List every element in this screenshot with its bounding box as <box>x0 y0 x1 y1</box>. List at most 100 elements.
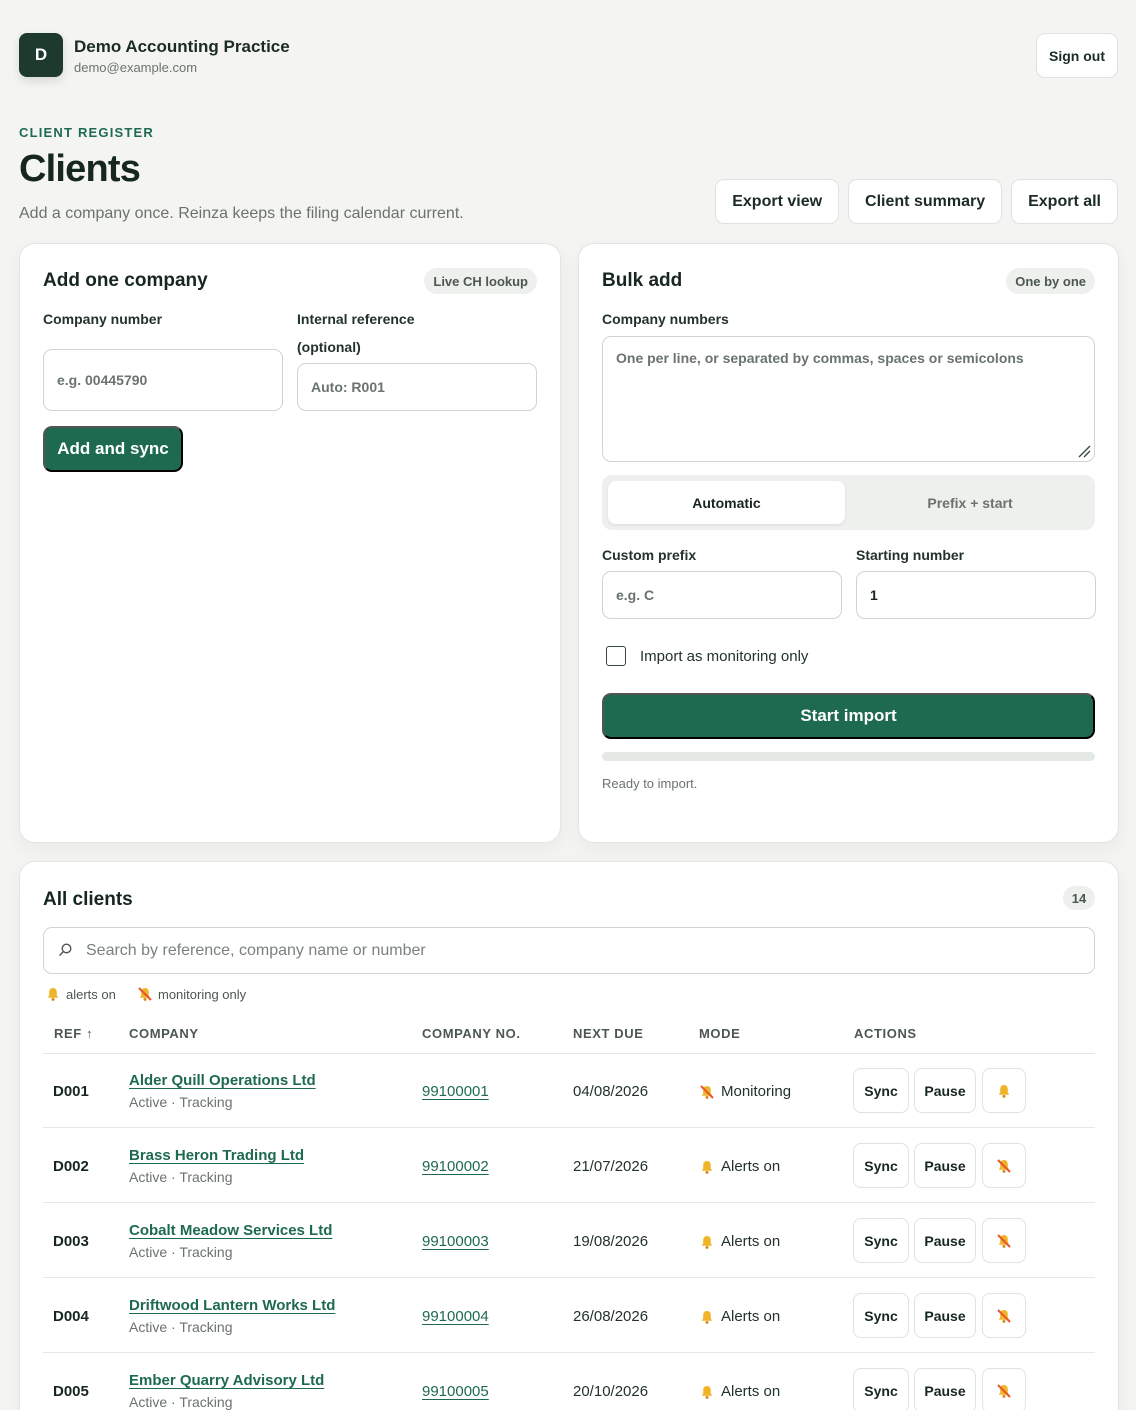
company-status: Active · Tracking <box>129 1244 233 1260</box>
custom-prefix-input[interactable]: e.g. C <box>602 571 842 619</box>
legend-monitoring: monitoring only <box>137 986 246 1002</box>
next-due-date: 19/08/2026 <box>573 1233 649 1250</box>
legend-alerts: alerts on <box>45 986 116 1002</box>
client-ref: D003 <box>53 1233 89 1250</box>
monitoring-only-label: Import as monitoring only <box>640 648 809 665</box>
bell-off-icon <box>997 1308 1011 1323</box>
starting-number-input[interactable]: 1 <box>856 571 1096 619</box>
next-due-date: 20/10/2026 <box>573 1383 649 1400</box>
sync-button[interactable]: Sync <box>853 1293 909 1338</box>
client-mode-label: Alerts on <box>721 1233 781 1250</box>
next-due-date: 04/08/2026 <box>573 1083 649 1100</box>
company-number-link[interactable]: 99100004 <box>422 1308 489 1325</box>
client-summary-button[interactable]: Client summary <box>848 179 1003 224</box>
company-number-link[interactable]: 99100003 <box>422 1233 489 1250</box>
client-mode-label: Alerts on <box>721 1308 781 1325</box>
client-mode: Alerts on <box>699 1158 780 1175</box>
page-eyebrow: CLIENT REGISTER <box>19 125 155 140</box>
export-all-button[interactable]: Export all <box>1011 179 1118 224</box>
one-by-one-badge: One by one <box>1006 268 1095 294</box>
reference-mode-toggle: Automatic Prefix + start <box>602 475 1095 530</box>
company-number-input[interactable]: e.g. 00445790 <box>43 349 283 411</box>
bell-off-icon <box>997 1383 1011 1398</box>
company-name-link[interactable]: Driftwood Lantern Works Ltd <box>129 1297 335 1314</box>
import-status: Ready to import. <box>602 776 698 791</box>
column-ref[interactable]: REF ↑ <box>54 1026 93 1041</box>
bell-off-icon <box>700 1084 714 1099</box>
bell-icon <box>47 988 59 1001</box>
column-mode[interactable]: MODE <box>699 1026 740 1041</box>
toggle-alerts-button[interactable] <box>982 1368 1026 1410</box>
toggle-alerts-button[interactable] <box>982 1218 1026 1263</box>
add-and-sync-button[interactable]: Add and sync <box>43 426 183 472</box>
export-view-button[interactable]: Export view <box>715 179 840 224</box>
company-numbers-label: Company numbers <box>602 311 729 327</box>
mode-prefix-start[interactable]: Prefix + start <box>851 481 1089 524</box>
pause-button[interactable]: Pause <box>914 1218 976 1263</box>
mode-automatic[interactable]: Automatic <box>608 481 845 524</box>
all-clients-card: All clients 14 Search by reference, comp… <box>19 861 1119 1410</box>
client-count-badge: 14 <box>1063 886 1095 910</box>
client-mode: Alerts on <box>699 1383 780 1400</box>
page-actions: Export view Client summary Export all <box>715 179 1118 224</box>
client-mode-label: Alerts on <box>721 1158 781 1175</box>
toggle-alerts-button[interactable] <box>982 1293 1026 1338</box>
internal-ref-input[interactable]: Auto: R001 <box>297 363 537 411</box>
sync-button[interactable]: Sync <box>853 1218 909 1263</box>
sync-button[interactable]: Sync <box>853 1143 909 1188</box>
company-number-label: Company number <box>43 311 163 327</box>
toggle-alerts-button[interactable] <box>982 1068 1026 1113</box>
legend-alerts-label: alerts on <box>66 986 116 1002</box>
resize-handle-icon[interactable] <box>1077 444 1091 458</box>
column-next-due[interactable]: NEXT DUE <box>573 1026 644 1041</box>
column-company[interactable]: COMPANY <box>129 1026 199 1041</box>
client-search-input[interactable]: Search by reference, company name or num… <box>43 927 1095 974</box>
all-clients-title: All clients <box>43 889 133 910</box>
start-import-button[interactable]: Start import <box>602 693 1095 739</box>
sign-out-button[interactable]: Sign out <box>1036 33 1118 78</box>
company-name-link[interactable]: Ember Quarry Advisory Ltd <box>129 1372 324 1389</box>
client-mode-label: Alerts on <box>721 1383 781 1400</box>
pause-button[interactable]: Pause <box>914 1143 976 1188</box>
page-title: Clients <box>19 148 141 190</box>
client-mode: Monitoring <box>699 1083 791 1100</box>
sync-button[interactable]: Sync <box>853 1068 909 1113</box>
add-one-title: Add one company <box>43 270 208 291</box>
company-number-link[interactable]: 99100001 <box>422 1083 489 1100</box>
company-number-link[interactable]: 99100005 <box>422 1383 489 1400</box>
bell-off-icon <box>138 987 152 1001</box>
live-lookup-badge: Live CH lookup <box>424 268 537 294</box>
bell-off-icon <box>997 1158 1011 1173</box>
bell-off-icon <box>997 1233 1011 1248</box>
internal-ref-label: Internal reference <box>297 311 415 327</box>
sync-button[interactable]: Sync <box>853 1368 909 1410</box>
practice-email: demo@example.com <box>74 60 198 75</box>
column-company-no[interactable]: COMPANY NO. <box>422 1026 521 1041</box>
pause-button[interactable]: Pause <box>914 1068 976 1113</box>
company-numbers-textarea[interactable]: One per line, or separated by commas, sp… <box>602 336 1095 462</box>
page-subtitle: Add a company once. Reinza keeps the fil… <box>19 205 464 222</box>
company-status: Active · Tracking <box>129 1094 233 1110</box>
table-row: D002 Brass Heron Trading Ltd Active · Tr… <box>43 1129 1095 1203</box>
bell-icon <box>701 1160 713 1174</box>
pause-button[interactable]: Pause <box>914 1293 976 1338</box>
company-name-link[interactable]: Cobalt Meadow Services Ltd <box>129 1222 332 1239</box>
import-progress-bar <box>602 752 1095 761</box>
toggle-alerts-button[interactable] <box>982 1143 1026 1188</box>
column-actions: ACTIONS <box>854 1026 917 1041</box>
practice-name: Demo Accounting Practice <box>74 37 290 56</box>
bell-icon <box>701 1310 713 1324</box>
client-ref: D005 <box>53 1383 89 1400</box>
pause-button[interactable]: Pause <box>914 1368 976 1410</box>
client-mode: Alerts on <box>699 1233 780 1250</box>
search-placeholder: Search by reference, company name or num… <box>86 941 426 959</box>
company-number-link[interactable]: 99100002 <box>422 1158 489 1175</box>
internal-ref-optional: (optional) <box>297 339 361 355</box>
bell-icon <box>998 1084 1010 1098</box>
client-ref: D004 <box>53 1308 89 1325</box>
next-due-date: 21/07/2026 <box>573 1158 649 1175</box>
company-name-link[interactable]: Alder Quill Operations Ltd <box>129 1072 316 1089</box>
client-ref: D002 <box>53 1158 89 1175</box>
monitoring-only-checkbox[interactable] <box>606 646 626 666</box>
company-name-link[interactable]: Brass Heron Trading Ltd <box>129 1147 304 1164</box>
